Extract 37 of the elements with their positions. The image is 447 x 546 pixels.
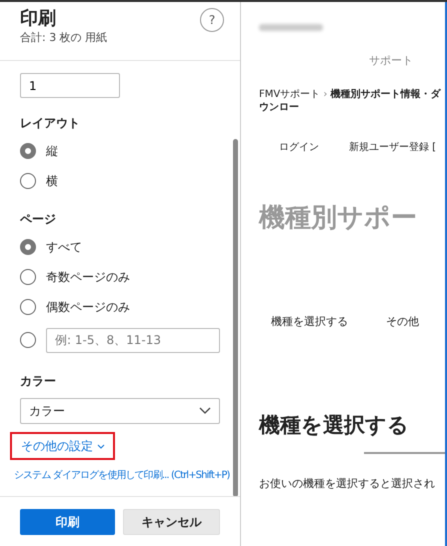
system-dialog-link[interactable]: システム ダイアログを使用して印刷... (Ctrl+Shift+P) xyxy=(14,468,230,483)
help-button[interactable]: ? xyxy=(200,8,224,32)
section-label: カラー xyxy=(20,373,57,390)
option-label: 奇数ページのみ xyxy=(46,269,130,286)
option-label: 縦 xyxy=(46,143,58,160)
dialog-title: 印刷 xyxy=(20,8,57,30)
radio-button[interactable] xyxy=(20,239,36,255)
radio-button[interactable] xyxy=(20,299,36,315)
option-label: 横 xyxy=(46,173,58,190)
more-settings-link[interactable]: その他の設定 xyxy=(10,432,115,460)
nav-link[interactable]: 新規ユーザー登録 [ xyxy=(349,140,436,154)
radio-button[interactable] xyxy=(20,332,36,348)
option-label: すべて xyxy=(46,239,82,256)
scrollbar-thumb[interactable] xyxy=(233,139,238,496)
chevron-down-icon xyxy=(96,444,105,450)
sheet-count: 合計: 3 枚の 用紙 xyxy=(20,30,108,46)
option-label: 偶数ページのみ xyxy=(46,299,130,316)
radio-button[interactable] xyxy=(20,173,36,189)
color-select[interactable]: カラー xyxy=(20,398,220,424)
redacted-text xyxy=(259,24,323,31)
radio-button[interactable] xyxy=(20,143,36,159)
intro-text: お使いの機種を選択すると選択され xyxy=(259,476,436,492)
site-label: サポート xyxy=(369,53,414,69)
nav-link[interactable]: ログイン xyxy=(279,140,319,154)
radio-button[interactable] xyxy=(20,269,36,285)
section-label: ページ xyxy=(20,211,57,228)
print-button[interactable]: 印刷 xyxy=(20,508,115,534)
cancel-button[interactable]: キャンセル xyxy=(123,508,220,534)
chevron-down-icon xyxy=(199,407,211,415)
page-range-field[interactable]: 例: 1-5、8、11-13 xyxy=(46,328,220,352)
section-title: 機種を選択する xyxy=(259,412,410,439)
page-title: 機種別サポー xyxy=(259,202,418,234)
breadcrumb: FMVサポート › 機種別サポート情報・ダウンロー xyxy=(259,88,442,114)
copies-field[interactable]: 1 xyxy=(20,73,120,98)
page-tab[interactable]: 機種を選択する xyxy=(271,314,348,330)
section-label: レイアウト xyxy=(20,115,81,132)
page-tab[interactable]: その他 xyxy=(386,314,419,330)
